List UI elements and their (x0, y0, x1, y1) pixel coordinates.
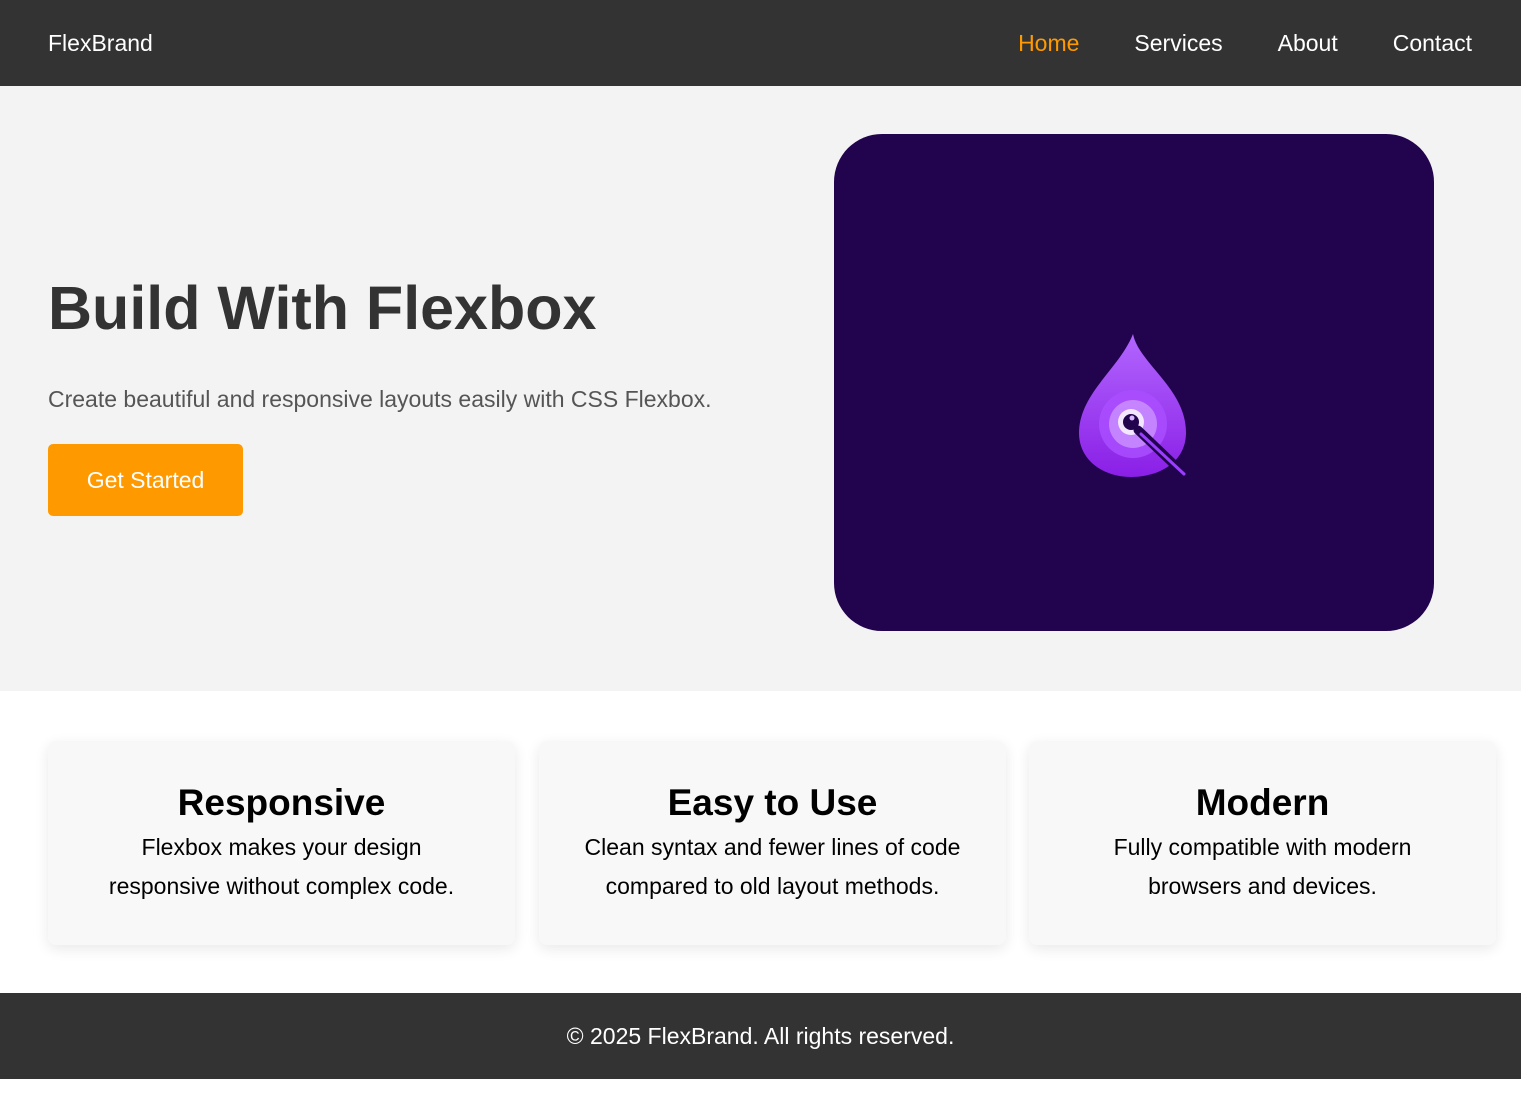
hero-subtitle: Create beautiful and responsive layouts … (48, 386, 712, 412)
feature-title: Responsive (177, 782, 386, 823)
nav-links: Home Services About Contact (963, 30, 1472, 57)
purple-flame-icon (1078, 334, 1189, 479)
get-started-button[interactable]: Get Started (48, 444, 243, 516)
navbar: FlexBrand Home Services About Contact (0, 0, 1521, 86)
hero-section: Build With Flexbox Create beautiful and … (0, 86, 1521, 691)
hero-title: Build With Flexbox (48, 274, 597, 342)
feature-title: Modern (1195, 782, 1330, 823)
hero-image (834, 134, 1434, 631)
feature-text: Fully compatible with modern browsers an… (1113, 834, 1412, 899)
feature-text: Clean syntax and fewer lines of code com… (584, 834, 961, 899)
feature-card-easy-to-use: Easy to Use Clean syntax and fewer lines… (539, 741, 1006, 945)
nav-link-home[interactable]: Home (1018, 30, 1079, 57)
nav-link-contact[interactable]: Contact (1393, 30, 1472, 57)
feature-card-responsive: Responsive Flexbox makes your design res… (48, 741, 515, 945)
nav-link-services[interactable]: Services (1134, 30, 1222, 57)
feature-title: Easy to Use (667, 782, 878, 823)
nav-link-about[interactable]: About (1278, 30, 1338, 57)
features-section: Responsive Flexbox makes your design res… (0, 691, 1521, 993)
footer: © 2025 FlexBrand. All rights reserved. (0, 993, 1521, 1079)
feature-text: Flexbox makes your design responsive wit… (108, 834, 455, 899)
feature-card-modern: Modern Fully compatible with modern brow… (1029, 741, 1496, 945)
footer-copyright: © 2025 FlexBrand. All rights reserved. (566, 1022, 955, 1049)
brand-logo[interactable]: FlexBrand (48, 30, 153, 57)
